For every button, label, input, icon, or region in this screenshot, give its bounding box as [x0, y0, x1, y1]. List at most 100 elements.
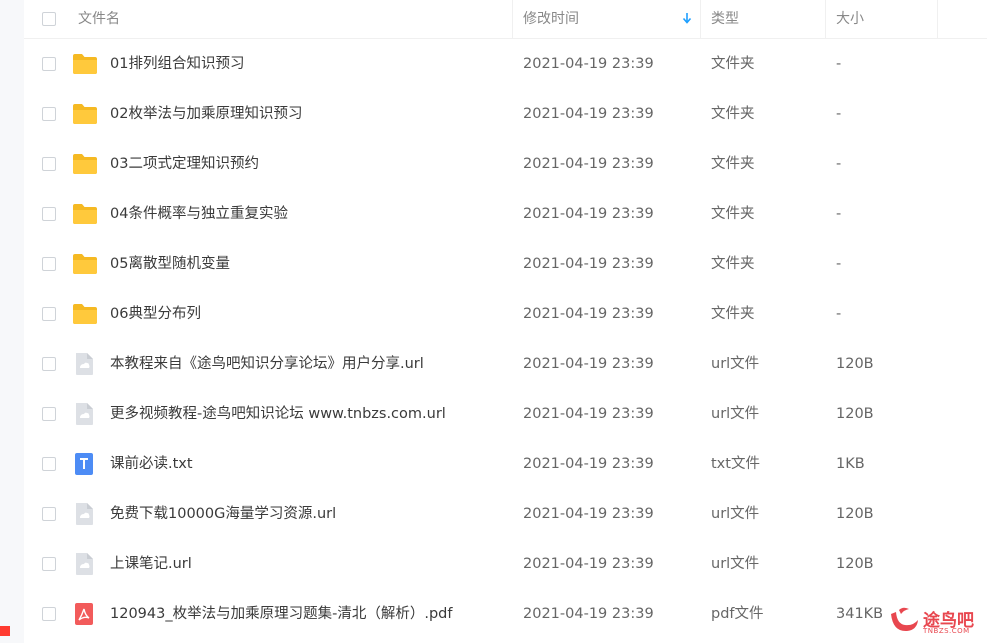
pdf-file-icon	[72, 603, 96, 625]
modified-time: 2021-04-19 23:39	[523, 256, 654, 272]
file-size: 341KB	[836, 606, 884, 622]
file-row[interactable]: 更多视频教程-途鸟吧知识论坛 www.tnbzs.com.url 2021-04-…	[24, 389, 987, 439]
file-type: 文件夹	[711, 306, 755, 322]
modified-time: 2021-04-19 23:39	[523, 206, 654, 222]
watermark: 途鸟吧 TNBZS.COM	[887, 604, 981, 638]
file-type: url文件	[711, 506, 760, 522]
folder-icon	[72, 203, 97, 225]
file-type: url文件	[711, 556, 760, 572]
column-header-size[interactable]: 大小	[836, 0, 864, 38]
file-size: 120B	[836, 506, 874, 522]
folder-icon	[72, 303, 97, 325]
file-type: url文件	[711, 406, 760, 422]
row-checkbox[interactable]	[42, 357, 56, 371]
row-checkbox[interactable]	[42, 57, 56, 71]
modified-time: 2021-04-19 23:39	[523, 106, 654, 122]
file-type: txt文件	[711, 456, 760, 472]
row-checkbox[interactable]	[42, 457, 56, 471]
column-divider[interactable]	[825, 0, 826, 38]
modified-time: 2021-04-19 23:39	[523, 306, 654, 322]
file-size: 120B	[836, 556, 874, 572]
row-checkbox[interactable]	[42, 407, 56, 421]
left-sidebar-edge	[0, 0, 24, 643]
file-name[interactable]: 04条件概率与独立重复实验	[110, 189, 288, 239]
file-name[interactable]: 120943_枚举法与加乘原理习题集-清北（解析）.pdf	[110, 589, 452, 639]
url-file-icon	[72, 503, 96, 525]
watermark-sub-text: TNBZS.COM	[923, 627, 970, 635]
column-header-modified[interactable]: 修改时间	[523, 0, 579, 38]
row-checkbox[interactable]	[42, 257, 56, 271]
column-header-type[interactable]: 类型	[711, 0, 739, 38]
modified-time: 2021-04-19 23:39	[523, 356, 654, 372]
file-type: 文件夹	[711, 56, 755, 72]
file-size: -	[836, 206, 842, 222]
file-row[interactable]: 课前必读.txt 2021-04-19 23:39 txt文件 1KB	[24, 439, 987, 489]
file-name[interactable]: 06典型分布列	[110, 289, 201, 339]
file-type: 文件夹	[711, 156, 755, 172]
txt-file-icon	[72, 453, 96, 475]
file-list: 文件名 修改时间 类型 大小 01排列组合知识预习 2021-04-19 23:3…	[24, 0, 987, 643]
select-all-checkbox[interactable]	[42, 12, 56, 26]
column-divider[interactable]	[937, 0, 938, 38]
folder-icon	[72, 103, 97, 125]
folder-row[interactable]: 02枚举法与加乘原理知识预习 2021-04-19 23:39 文件夹 -	[24, 89, 987, 139]
tnbzs-logo-icon	[891, 607, 918, 632]
file-row[interactable]: 本教程来自《途鸟吧知识分享论坛》用户分享.url 2021-04-19 23:39…	[24, 339, 987, 389]
file-type: 文件夹	[711, 206, 755, 222]
file-size: -	[836, 306, 842, 322]
folder-icon	[72, 153, 97, 175]
file-name[interactable]: 01排列组合知识预习	[110, 39, 244, 89]
file-size: 1KB	[836, 456, 865, 472]
file-type: 文件夹	[711, 256, 755, 272]
file-size: -	[836, 106, 842, 122]
url-file-icon	[72, 553, 96, 575]
file-type: 文件夹	[711, 106, 755, 122]
file-row[interactable]: 免费下载10000G海量学习资源.url 2021-04-19 23:39 url文…	[24, 489, 987, 539]
sidebar-indicator	[0, 626, 10, 636]
folder-row[interactable]: 03二项式定理知识预约 2021-04-19 23:39 文件夹 -	[24, 139, 987, 189]
row-checkbox[interactable]	[42, 507, 56, 521]
row-checkbox[interactable]	[42, 307, 56, 321]
row-checkbox[interactable]	[42, 557, 56, 571]
modified-time: 2021-04-19 23:39	[523, 556, 654, 572]
file-name[interactable]: 05离散型随机变量	[110, 239, 230, 289]
row-checkbox[interactable]	[42, 207, 56, 221]
file-name[interactable]: 02枚举法与加乘原理知识预习	[110, 89, 302, 139]
file-size: -	[836, 256, 842, 272]
file-name[interactable]: 03二项式定理知识预约	[110, 139, 259, 189]
file-name[interactable]: 更多视频教程-途鸟吧知识论坛 www.tnbzs.com.url	[110, 389, 446, 439]
file-size: -	[836, 56, 842, 72]
file-type: url文件	[711, 356, 760, 372]
file-list-header: 文件名 修改时间 类型 大小	[24, 0, 987, 39]
file-name[interactable]: 本教程来自《途鸟吧知识分享论坛》用户分享.url	[110, 339, 424, 389]
sort-down-arrow-icon[interactable]	[681, 11, 693, 25]
folder-row[interactable]: 01排列组合知识预习 2021-04-19 23:39 文件夹 -	[24, 39, 987, 89]
folder-row[interactable]: 06典型分布列 2021-04-19 23:39 文件夹 -	[24, 289, 987, 339]
modified-time: 2021-04-19 23:39	[523, 56, 654, 72]
row-checkbox[interactable]	[42, 107, 56, 121]
row-checkbox[interactable]	[42, 157, 56, 171]
column-header-name[interactable]: 文件名	[78, 0, 120, 38]
row-checkbox[interactable]	[42, 607, 56, 621]
file-size: 120B	[836, 356, 874, 372]
file-manager: 文件名 修改时间 类型 大小 01排列组合知识预习 2021-04-19 23:3…	[0, 0, 987, 643]
file-name[interactable]: 免费下载10000G海量学习资源.url	[110, 489, 336, 539]
modified-time: 2021-04-19 23:39	[523, 456, 654, 472]
file-size: 120B	[836, 406, 874, 422]
modified-time: 2021-04-19 23:39	[523, 506, 654, 522]
modified-time: 2021-04-19 23:39	[523, 606, 654, 622]
folder-row[interactable]: 05离散型随机变量 2021-04-19 23:39 文件夹 -	[24, 239, 987, 289]
file-row[interactable]: 上课笔记.url 2021-04-19 23:39 url文件 120B	[24, 539, 987, 589]
modified-time: 2021-04-19 23:39	[523, 156, 654, 172]
folder-row[interactable]: 04条件概率与独立重复实验 2021-04-19 23:39 文件夹 -	[24, 189, 987, 239]
folder-icon	[72, 53, 97, 75]
column-divider[interactable]	[512, 0, 513, 38]
url-file-icon	[72, 353, 96, 375]
file-name[interactable]: 课前必读.txt	[110, 439, 193, 489]
url-file-icon	[72, 403, 96, 425]
file-name[interactable]: 上课笔记.url	[110, 539, 192, 589]
column-divider[interactable]	[700, 0, 701, 38]
modified-time: 2021-04-19 23:39	[523, 406, 654, 422]
file-type: pdf文件	[711, 606, 764, 622]
file-row[interactable]: 120943_枚举法与加乘原理习题集-清北（解析）.pdf 2021-04-19 …	[24, 589, 987, 639]
